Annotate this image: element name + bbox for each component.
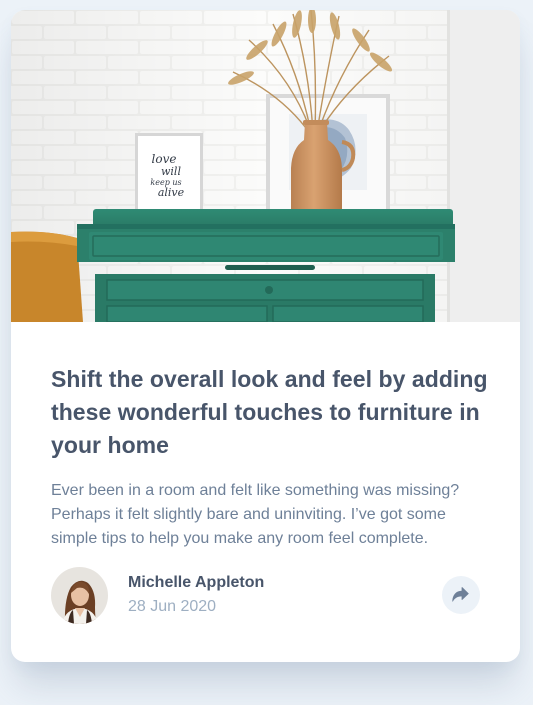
article-title: Shift the overall look and feel by addin… [51, 366, 488, 458]
article-preview-card: love will keep us alive Shift the overal… [11, 10, 520, 662]
frame-text-line: alive [158, 186, 185, 199]
author-row: Michelle Appleton 28 Jun 2020 [51, 567, 481, 624]
author-name: Michelle Appleton [128, 574, 265, 591]
article-excerpt: Ever been in a room and felt like someth… [51, 482, 460, 547]
article-hero-image: love will keep us alive [11, 10, 520, 322]
post-date: 28 Jun 2020 [128, 598, 217, 615]
frame-text-line: love [152, 152, 177, 166]
author-avatar [51, 567, 108, 624]
frame-text-line: will [161, 165, 181, 178]
share-button[interactable] [442, 576, 480, 614]
